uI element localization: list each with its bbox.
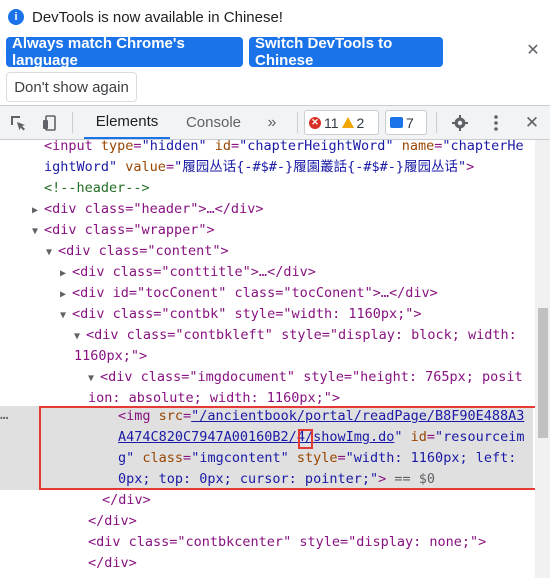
elements-dom-tree: <input type="hidden" id="chapterHeightWo… <box>0 138 550 578</box>
expand-triangle-icon[interactable]: ▶ <box>60 263 72 284</box>
message-count: 7 <box>406 114 414 131</box>
dom-line-close-div-2[interactable]: </div> <box>88 511 137 532</box>
toolbar-separator <box>436 112 437 133</box>
messages-counter[interactable]: 7 <box>385 110 427 135</box>
devtools-toolbar: Elements Console » ✕ 11 2 7 ✕ <box>0 105 550 140</box>
tab-console[interactable]: Console <box>176 106 251 139</box>
dom-line-conttitle[interactable]: ▶ <div class="conttitle">…</div> <box>60 262 316 283</box>
dom-line-contbkleft-cont: 1160px;"> <box>74 348 148 364</box>
error-count: 11 <box>324 114 339 131</box>
info-icon: i <box>8 9 24 25</box>
match-language-button[interactable]: Always match Chrome's language <box>6 35 243 69</box>
tab-elements[interactable]: Elements <box>84 106 170 139</box>
warning-count: 2 <box>356 114 365 131</box>
toolbar-separator <box>297 112 298 133</box>
dom-line-contbk[interactable]: ▼ <div class="contbk" style="width: 1160p… <box>60 304 422 325</box>
switch-to-chinese-button[interactable]: Switch DevTools to Chinese <box>249 35 443 69</box>
dom-line-close-div-1[interactable]: </div> <box>102 490 151 511</box>
expand-triangle-icon[interactable]: ▶ <box>32 200 44 221</box>
annotation-page-number-box <box>298 429 313 449</box>
expand-triangle-icon[interactable]: ▶ <box>60 284 72 305</box>
language-infobar: i DevTools is now available in Chinese! … <box>0 0 550 104</box>
collapse-triangle-icon[interactable]: ▼ <box>46 242 58 263</box>
issues-counter[interactable]: ✕ 11 2 <box>304 110 379 135</box>
warning-icon <box>341 117 354 128</box>
dom-line-imgdocument[interactable]: ▼ <div class="imgdocument" style="height:… <box>88 367 523 388</box>
error-icon: ✕ <box>309 116 321 129</box>
collapse-triangle-icon[interactable]: ▼ <box>60 305 72 326</box>
close-icon[interactable]: ✕ <box>523 40 543 60</box>
infobar-message: DevTools is now available in Chinese! <box>32 8 283 26</box>
collapse-triangle-icon[interactable]: ▼ <box>88 368 100 389</box>
dom-line-input[interactable]: <input type="hidden" id="chapterHeightWo… <box>44 136 524 157</box>
dom-line-contbkleft[interactable]: ▼ <div class="contbkleft" style="display:… <box>74 325 517 346</box>
close-devtools-icon[interactable]: ✕ <box>520 106 544 139</box>
infobar-message-row: i DevTools is now available in Chinese! <box>8 6 283 28</box>
dom-line-content[interactable]: ▼ <div class="content"> <box>46 241 229 262</box>
settings-gear-icon[interactable] <box>448 106 472 139</box>
dont-show-again-button[interactable]: Don't show again <box>6 72 137 102</box>
more-tabs-icon[interactable]: » <box>258 106 286 139</box>
collapse-triangle-icon[interactable]: ▼ <box>32 221 44 242</box>
more-options-icon[interactable] <box>484 106 508 139</box>
toolbar-separator <box>72 112 73 133</box>
dom-line-wrapper[interactable]: ▼ <div class="wrapper"> <box>32 220 215 241</box>
dom-line-comment[interactable]: <!--header--> <box>44 178 150 199</box>
node-actions-ellipsis[interactable]: … <box>0 407 8 423</box>
collapse-triangle-icon[interactable]: ▼ <box>74 326 86 347</box>
dom-line-input-cont: ightWord" value="履园丛话{-#$#-}履園叢話{-#$#-}履… <box>44 159 475 175</box>
device-toolbar-icon[interactable] <box>38 106 62 139</box>
annotation-highlight-box <box>39 406 547 490</box>
dom-line-contbkcenter[interactable]: <div class="contbkcenter" style="display… <box>88 532 486 553</box>
message-icon <box>390 117 403 128</box>
inspect-element-icon[interactable] <box>6 106 30 139</box>
dom-line-tocconent[interactable]: ▶ <div id="tocConent" class="tocConent">…… <box>60 283 438 304</box>
dom-line-header[interactable]: ▶ <div class="header">…</div> <box>32 199 263 220</box>
dom-line-close-div-3[interactable]: </div> <box>88 553 137 574</box>
scrollbar-thumb[interactable] <box>538 308 548 438</box>
